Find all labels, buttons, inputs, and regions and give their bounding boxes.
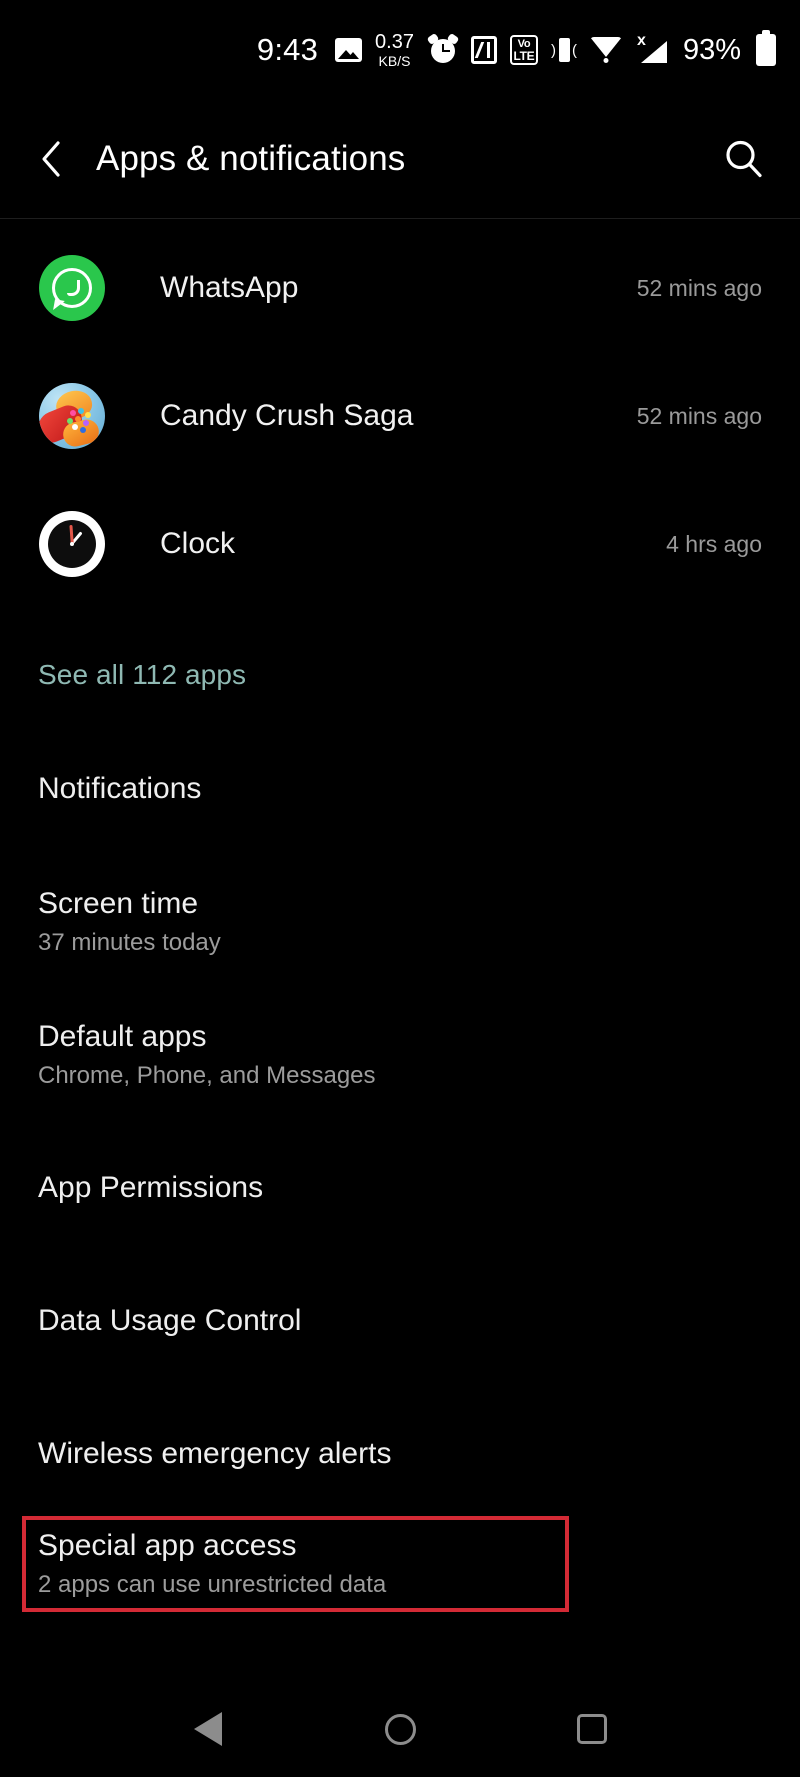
setting-row-special-app-access[interactable]: Special app access 2 apps can use unrest… bbox=[22, 1516, 569, 1612]
back-triangle-icon[interactable] bbox=[178, 1699, 238, 1759]
status-time: 9:43 bbox=[256, 32, 319, 67]
setting-title: Notifications bbox=[38, 772, 202, 805]
net-speed-unit: KB/S bbox=[378, 53, 411, 69]
net-speed-icon: 0.37 KB/S bbox=[375, 32, 414, 68]
clock-icon bbox=[38, 510, 106, 578]
header-divider bbox=[0, 218, 800, 219]
setting-title: Screen time bbox=[38, 886, 199, 920]
status-bar: 9:43 0.37 KB/S Vo LTE )(x 93% bbox=[0, 0, 800, 100]
setting-row-default-apps[interactable]: Default apps Chrome, Phone, and Messages bbox=[0, 988, 800, 1121]
setting-subtitle: Chrome, Phone, and Messages bbox=[38, 1061, 376, 1089]
setting-subtitle: 37 minutes today bbox=[38, 928, 221, 956]
setting-title: Default apps bbox=[38, 1019, 207, 1053]
battery-icon bbox=[754, 34, 776, 66]
list-item[interactable]: WhatsApp 52 mins ago bbox=[0, 224, 800, 352]
photo-icon bbox=[335, 38, 363, 62]
candy-crush-icon bbox=[38, 382, 106, 450]
page-title: Apps & notifications bbox=[96, 139, 406, 178]
net-speed-value: 0.37 bbox=[375, 31, 414, 53]
app-last-used: 52 mins ago bbox=[636, 274, 762, 301]
app-name: WhatsApp bbox=[160, 271, 299, 304]
app-name: Candy Crush Saga bbox=[160, 399, 414, 432]
whatsapp-icon bbox=[38, 254, 106, 322]
setting-row-wireless-emergency-alerts[interactable]: Wireless emergency alerts bbox=[0, 1387, 800, 1520]
battery-percent-label: 93% bbox=[682, 33, 741, 66]
setting-subtitle: 2 apps can use unrestricted data bbox=[38, 1571, 387, 1599]
list-item[interactable]: Candy Crush Saga 52 mins ago bbox=[0, 352, 800, 480]
highlighted-region: Special app access 2 apps can use unrest… bbox=[0, 1516, 800, 1612]
setting-title: Data Usage Control bbox=[38, 1304, 302, 1337]
search-icon[interactable] bbox=[716, 131, 772, 187]
android-nav-bar bbox=[0, 1681, 800, 1777]
app-name: Clock bbox=[160, 527, 236, 560]
app-last-used: 52 mins ago bbox=[636, 402, 762, 429]
setting-row-notifications[interactable]: Notifications bbox=[0, 722, 800, 855]
setting-title: Special app access bbox=[38, 1529, 297, 1563]
alarm-icon bbox=[426, 32, 460, 65]
volte-icon: Vo LTE bbox=[509, 35, 538, 65]
list-item[interactable]: Clock 4 hrs ago bbox=[0, 480, 800, 608]
app-last-used: 4 hrs ago bbox=[666, 530, 762, 557]
nfc-icon bbox=[470, 36, 497, 64]
volte-line-1: Vo bbox=[517, 37, 531, 50]
setting-title: App Permissions bbox=[38, 1171, 264, 1204]
volte-line-2: LTE bbox=[513, 48, 535, 63]
setting-row-data-usage-control[interactable]: Data Usage Control bbox=[0, 1254, 800, 1387]
app-bar: Apps & notifications bbox=[0, 100, 800, 218]
settings-list: Notifications Screen time 37 minutes tod… bbox=[0, 722, 800, 1612]
setting-title: Wireless emergency alerts bbox=[38, 1437, 392, 1470]
home-circle-icon[interactable] bbox=[370, 1699, 430, 1759]
phone-screen: 9:43 0.37 KB/S Vo LTE )(x 93% Apps & no… bbox=[0, 0, 800, 1777]
setting-row-screen-time[interactable]: Screen time 37 minutes today bbox=[0, 855, 800, 988]
setting-row-app-permissions[interactable]: App Permissions bbox=[0, 1121, 800, 1254]
signal-no-sim-icon: x bbox=[634, 32, 667, 65]
signal-x-label: x bbox=[636, 32, 646, 49]
vibrate-icon: )( bbox=[551, 36, 577, 64]
see-all-apps-link[interactable]: See all 112 apps bbox=[0, 640, 800, 710]
wifi-icon bbox=[589, 37, 622, 63]
see-all-apps-label: See all 112 apps bbox=[38, 659, 247, 690]
recent-apps-list: WhatsApp 52 mins ago Candy Crush Saga 52… bbox=[0, 224, 800, 608]
back-arrow-icon[interactable] bbox=[28, 136, 74, 182]
recents-square-icon[interactable] bbox=[562, 1699, 622, 1759]
